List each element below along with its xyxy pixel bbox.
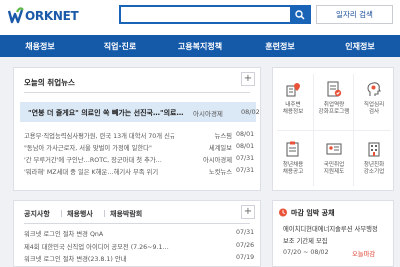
quick-item-label: 내주변 채용정보 — [282, 102, 304, 115]
quick-menu: 내주변 채용정보 취업역량 강화프로그램 직업심리 검사 청년채용 채용공고 국… — [272, 67, 394, 191]
news-item-source: 세계일보 — [208, 145, 232, 152]
news-item[interactable]: '뭐라해' MZ세대 중 일은 K해운…해기사 부족 위기 노컷뉴스 07/31 — [24, 167, 256, 179]
headline-title[interactable]: "연봉 더 줄게요" 의료인 쏙 빼가는 선진국…"의료… — [28, 108, 190, 118]
logo-w-icon — [8, 7, 24, 24]
quick-item-employment-program[interactable]: 취업역량 강화프로그램 — [314, 72, 354, 128]
nav-item-career[interactable]: 직업·진로 — [80, 35, 160, 57]
notice-panel: 공지사항 채용행사 채용박람회 + 워크넷 로그인 절차 변경 QnA 07/3… — [13, 200, 261, 267]
notice-item-title[interactable]: 워크넷 로그인 절차 변경 QnA — [24, 229, 214, 238]
deadline-description[interactable]: 보조 기간제 모집 — [283, 236, 328, 245]
divider — [24, 92, 250, 93]
deadline-company-name[interactable]: 에이치디현대에너지솔루션 — [283, 226, 353, 233]
main-nav: 채용정보 직업·진로 고용복지정책 훈련정보 인재정보 — [0, 35, 400, 57]
notice-item-date: 07/19 — [236, 254, 255, 261]
job-search-button[interactable]: 일자리 검색 — [316, 5, 393, 24]
worknet-home: ORKNET 일자리 검색 채용정보 직업·진로 고용복지정책 훈련정보 인재정… — [0, 0, 400, 267]
office-building-icon — [368, 142, 380, 157]
quick-item-national-employment[interactable]: 국민취업 지원제도 — [314, 132, 354, 188]
logo-text: ORKNET — [25, 9, 79, 23]
search-input[interactable] — [121, 7, 291, 22]
deadline-title: 마감 임박 공채 — [291, 209, 335, 217]
news-item-source: 노컷뉴스 — [208, 169, 232, 176]
worknet-logo[interactable]: ORKNET — [8, 5, 79, 27]
tab-recruit-events[interactable]: 채용행사 — [67, 209, 93, 219]
headline-date: 08/02 — [241, 108, 260, 116]
alarm-clock-icon — [279, 208, 287, 217]
search-icon — [294, 9, 305, 20]
divider — [277, 130, 391, 131]
nav-item-talent[interactable]: 인재정보 — [320, 35, 400, 57]
head-gear-icon — [367, 82, 381, 96]
notice-item-title[interactable]: 워크넷 로그인 절차 변경(23.8.1) 안내 — [24, 254, 214, 263]
news-item-source: 아시아경제 — [203, 157, 232, 164]
deadline-badge: 오늘마감 — [352, 251, 376, 258]
deadline-period: 07/20 ~ 08/02 — [283, 249, 329, 256]
news-headline[interactable]: "연봉 더 줄게요" 의료인 쏙 빼가는 선진국…"의료… 아시아경제 08/0… — [20, 102, 260, 122]
news-item[interactable]: "동남아 가사근로자, 서울 맞벌이 가정에 일한다" 세계일보 08/01 — [24, 143, 256, 155]
id-card-icon — [326, 143, 342, 155]
quick-item-label: 청년채용 채용공고 — [282, 162, 304, 175]
news-item-date: 07/31 — [236, 155, 255, 162]
nav-item-welfare[interactable]: 고용복지정책 — [160, 35, 240, 57]
news-more-button[interactable]: + — [241, 72, 255, 86]
quick-item-label: 청년친화 강소기업 — [363, 162, 385, 175]
clipboard-icon — [286, 141, 299, 157]
quick-item-label: 국민취업 지원제도 — [323, 162, 345, 175]
deadline-job-posting[interactable]: 에이치디현대에너지솔루션 사무행정 — [283, 224, 378, 233]
notice-item[interactable]: 워크넷 로그인 절차 변경(23.8.1) 안내 07/19 — [24, 254, 256, 267]
news-panel: 오늘의 취업뉴스 + "연봉 더 줄게요" 의료인 쏙 빼가는 선진국…"의료…… — [13, 67, 261, 191]
search-button[interactable] — [290, 7, 309, 22]
quick-item-label: 직업심리 검사 — [363, 102, 385, 115]
notice-item-date: 07/26 — [236, 241, 255, 249]
nav-item-training[interactable]: 훈련정보 — [240, 35, 320, 57]
search-box — [119, 5, 311, 24]
news-title: 오늘의 취업뉴스 — [24, 78, 75, 87]
quick-item-label: 취업역량 강화프로그램 — [318, 102, 350, 115]
header: ORKNET 일자리 검색 — [0, 0, 400, 35]
news-item-date: 08/01 — [236, 131, 255, 138]
nav-item-jobs[interactable]: 채용정보 — [0, 35, 80, 57]
news-item[interactable]: '간 부루거간'에 구인난…ROTC, 장군마대 첫 추가… 아시아경제 07/… — [24, 155, 256, 167]
tab-separator — [61, 210, 62, 217]
news-item-title[interactable]: '간 부루거간'에 구인난…ROTC, 장군마대 첫 추가… — [24, 155, 174, 164]
document-check-icon — [327, 81, 342, 97]
deadline-panel: 마감 임박 공채 에이치디현대에너지솔루션 사무행정 보조 기간제 모집 07/… — [272, 200, 394, 267]
quick-item-aptitude-test[interactable]: 직업심리 검사 — [354, 72, 394, 128]
news-item-date: 08/01 — [236, 143, 255, 150]
building-pin-icon — [286, 83, 300, 97]
tab-separator — [104, 210, 105, 217]
notice-item[interactable]: 워크넷 로그인 절차 변경 QnA 07/31 — [24, 229, 256, 242]
news-item-title[interactable]: "동남아 가사근로자, 서울 맞벌이 가정에 일한다" — [24, 143, 174, 152]
news-item-title[interactable]: 고용부·직업능력심사평가원, 련국 13개 대학서 70개 신규 직… — [24, 131, 174, 140]
notice-item-date: 07/31 — [236, 229, 255, 236]
news-list: 고용부·직업능력심사평가원, 련국 13개 대학서 70개 신규 직… 뉴스핌 … — [24, 131, 256, 179]
deadline-job-type[interactable]: 사무행정 — [355, 226, 378, 233]
tab-job-fairs[interactable]: 채용박람회 — [110, 209, 142, 219]
news-item-source: 뉴스핌 — [214, 133, 232, 140]
news-item-date: 07/31 — [236, 167, 255, 174]
news-item[interactable]: 고용부·직업능력심사평가원, 련국 13개 대학서 70개 신규 직… 뉴스핌 … — [24, 131, 256, 143]
notice-item[interactable]: 제4회 대한민국 신직업 아이디어 공모전 (7.26~9.1… 07/26 — [24, 242, 256, 255]
notice-more-button[interactable]: + — [241, 205, 255, 219]
notice-item-title[interactable]: 제4회 대한민국 신직업 아이디어 공모전 (7.26~9.1… — [24, 242, 214, 251]
news-item-title[interactable]: '뭐라해' MZ세대 중 일은 K해운…해기사 부족 위기 — [24, 167, 174, 176]
tab-notices[interactable]: 공지사항 — [24, 209, 50, 219]
quick-item-youth-friendly-company[interactable]: 청년친화 강소기업 — [354, 132, 394, 188]
quick-item-nearby-jobs[interactable]: 내주변 채용정보 — [273, 72, 313, 128]
headline-source: 아시아경제 — [193, 110, 223, 118]
divider — [24, 223, 250, 224]
quick-item-youth-jobs[interactable]: 청년채용 채용공고 — [273, 132, 313, 188]
notice-list: 워크넷 로그인 절차 변경 QnA 07/31 제4회 대한민국 신직업 아이디… — [24, 229, 256, 267]
